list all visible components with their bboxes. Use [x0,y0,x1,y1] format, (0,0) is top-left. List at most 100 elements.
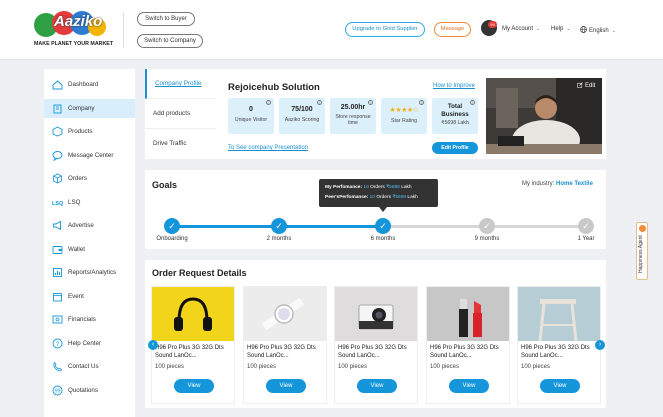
view-button[interactable]: View [540,379,580,393]
edit-profile-button[interactable]: Edit Profile [432,142,478,154]
order-card[interactable]: H96 Pro Plus 3G 32G Dts Sound LanOc... 10… [517,286,601,404]
sidebar-item-products[interactable]: Products [44,122,135,141]
milestone-check-icon[interactable]: ✓ [578,218,594,234]
order-card[interactable]: H96 Pro Plus 3G 32G Dts Sound LanOc... 10… [151,286,235,404]
order-title[interactable]: H96 Pro Plus 3G 32G Dts Sound LanOc... [521,344,599,360]
info-icon[interactable]: i [368,100,373,105]
logo-tagline: MAKE PLANET YOUR MARKET [34,41,114,47]
lipstick-image [427,287,509,341]
sidebar-item-company[interactable]: Company [44,98,135,118]
view-button[interactable]: View [174,379,214,393]
advertise-icon [53,220,61,231]
sidebar-item-advertise[interactable]: Advertise [44,216,135,235]
peer-amount-unit: Lakh [407,195,418,200]
svg-text:99: 99 [55,388,61,394]
order-title[interactable]: H96 Pro Plus 3G 32G Dts Sound LanOc... [247,344,325,360]
view-button[interactable]: View [266,379,306,393]
my-performance-label: My Perfomance: [325,185,363,190]
sidebar-item-reports-analytics[interactable]: Reports/Analytics [44,263,135,282]
sidebar-item-label: Quotations [68,386,98,394]
sidebar-item-message-center[interactable]: Message Center [44,146,135,165]
info-icon[interactable]: i [317,100,322,105]
company-cover-image [486,78,602,154]
chevron-down-icon: ⌄ [611,28,616,34]
help-menu[interactable]: Help ⌄ [551,26,571,32]
goals-title: Goals [152,180,178,190]
view-button[interactable]: View [449,379,489,393]
message-button[interactable]: Message [434,22,471,37]
sidebar-item-quotations[interactable]: 99 Quotations [44,381,135,400]
contact-icon [53,361,62,372]
sidebar-item-orders[interactable]: Orders [44,169,135,188]
info-icon[interactable]: i [419,100,424,105]
milestone-label: 6 months [370,236,396,242]
how-to-improve-link[interactable]: How to Improve [433,83,475,89]
sidebar-item-label: LSQ [68,198,81,206]
milestone-check-icon[interactable]: ✓ [479,218,495,234]
header-divider [123,13,124,48]
carousel-prev-button[interactable]: ‹ [148,340,158,350]
sidebar-item-lsq[interactable]: LSQ LSQ [44,193,135,212]
product-image[interactable] [518,287,600,341]
switch-to-company-button[interactable]: Switch to Company [137,34,203,48]
company-profile-card: Company Profile Add products Drive Traff… [145,69,606,159]
company-icon [53,104,62,113]
language-menu[interactable]: English ⌄ [580,26,616,34]
globe-icon [580,26,587,33]
order-card[interactable]: H96 Pro Plus 3G 32G Dts Sound LanOc... 10… [426,286,510,404]
sidebar-item-help-center[interactable]: ? Help Center [44,334,135,353]
tab-add-products[interactable]: Add products [145,99,216,129]
sidebar-item-contact-us[interactable]: Contact Us [44,357,135,376]
product-image[interactable] [427,287,509,341]
industry-value[interactable]: Home Textile [556,181,593,187]
chat-icon [52,150,63,161]
sidebar-item-event[interactable]: Event [44,287,135,306]
order-card[interactable]: H96 Pro Plus 3G 32G Dts Sound LanOc... 10… [243,286,327,404]
info-icon[interactable]: i [266,100,271,105]
product-image[interactable] [152,287,234,341]
sidebar-item-label: Event [68,292,84,300]
order-title[interactable]: H96 Pro Plus 3G 32G Dts Sound LanOc... [430,344,508,360]
milestone-check-icon[interactable]: ✓ [271,218,287,234]
product-image[interactable] [335,287,417,341]
tab-drive-traffic[interactable]: Drive Traffic [145,129,216,159]
performance-tooltip: My Perfomance: 10 Orders ₹5698 Lakh Peer… [319,179,438,207]
edit-icon [577,82,583,88]
sidebar-item-wallet[interactable]: Wallet [44,240,135,259]
home-icon [52,80,63,90]
milestone-check-icon[interactable]: ✓ [164,218,180,234]
my-performance-line: My Perfomance: 10 Orders ₹5698 Lakh [325,183,432,193]
tab-company-profile[interactable]: Company Profile [145,69,216,99]
milestone-label: 9 months [474,236,500,242]
order-card[interactable]: H96 Pro Plus 3G 32G Dts Sound LanOc... 10… [334,286,418,404]
edit-cover-link[interactable]: Edit [577,82,595,89]
order-title[interactable]: H96 Pro Plus 3G 32G Dts Sound LanOc... [155,344,233,360]
happiness-agent-tab[interactable]: Happiness Agent [636,222,648,280]
carousel-next-button[interactable]: › [595,340,605,350]
milestone-check-icon[interactable]: ✓ [375,218,391,234]
stat-label: ₹5698 Lakh [441,120,469,126]
milestone-label: 2 months [266,236,292,242]
view-button[interactable]: View [357,379,397,393]
upgrade-gold-button[interactable]: Upgrade to Gold Supplier [345,22,425,37]
svg-text:?: ? [56,341,60,347]
sidebar-item-label: Reports/Analytics [68,269,117,276]
stat-value: Total Business [441,103,469,118]
chevron-down-icon: ⌄ [536,26,541,32]
switch-to-buyer-button[interactable]: Switch to Buyer [137,12,195,26]
my-account-menu[interactable]: My Account ⌄ [502,26,540,32]
product-image[interactable] [244,287,326,341]
sidebar-item-label: Message Center [68,151,114,159]
order-quantity: 100 pieces [430,364,460,370]
sidebar-item-financials[interactable]: Financials [44,310,135,329]
company-presentation-link[interactable]: To See company Presentation [228,145,308,151]
goals-card: Goals My industry: Home Textile My Perfo… [145,170,606,249]
info-icon[interactable]: i [470,100,475,105]
sidebar-item-dashboard[interactable]: Dashboard [44,75,135,94]
aaziko-logo[interactable]: Aaziko MAKE PLANET YOUR MARKET [34,10,114,50]
order-quantity: 100 pieces [521,364,551,370]
wallet-icon [52,245,63,254]
sidebar-item-label: Wallet [68,245,85,253]
order-title[interactable]: H96 Pro Plus 3G 32G Dts Sound LanOc... [338,344,416,360]
industry-label: My industry: [522,181,555,187]
